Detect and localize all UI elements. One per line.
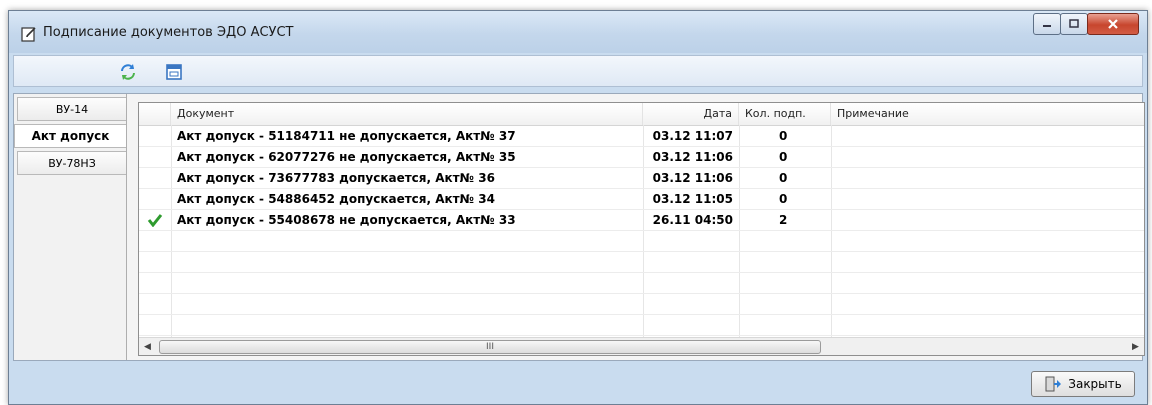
close-button-label: Закрыть <box>1068 377 1122 391</box>
document-cell: Акт допуск - 54886452 допускается, Акт№ … <box>177 192 495 206</box>
signatures-cell: 2 <box>779 213 788 227</box>
tab-label: ВУ-78НЗ <box>48 156 96 170</box>
tab-label: ВУ-14 <box>55 102 89 116</box>
tab-vu-14[interactable]: ВУ-14 <box>17 97 126 121</box>
scroll-left-icon: ◀ <box>144 341 151 352</box>
close-icon <box>1108 19 1118 29</box>
table-row[interactable] <box>139 252 1144 273</box>
table-row[interactable]: Акт допуск - 55408678 не допускается, Ак… <box>139 210 1144 231</box>
tab-akt-dopusk[interactable]: Акт допуск <box>14 124 126 148</box>
note-cell <box>837 189 1137 209</box>
date-cell: 26.11 04:50 <box>652 213 733 227</box>
footer: Закрыть <box>13 365 1143 403</box>
status-cell <box>139 168 171 188</box>
note-cell <box>837 126 1137 146</box>
horizontal-scrollbar[interactable]: ◀ III ▶ <box>139 337 1144 355</box>
window-title: Подписание документов ЭДО АСУСТ <box>43 25 294 40</box>
status-cell <box>139 126 171 146</box>
document-cell: Акт допуск - 51184711 не допускается, Ак… <box>177 129 516 143</box>
signatures-cell: 0 <box>779 171 788 185</box>
date-cell: 03.12 11:07 <box>652 129 733 143</box>
header-status <box>139 103 171 125</box>
document-cell: Акт допуск - 55408678 не допускается, Ак… <box>177 213 516 227</box>
table-header: Документ Дата Кол. подп. Примечание <box>139 103 1144 126</box>
documents-table[interactable]: Документ Дата Кол. подп. Примечание Акт … <box>138 102 1145 356</box>
table-row[interactable] <box>139 231 1144 252</box>
date-cell: 03.12 11:06 <box>652 150 733 164</box>
date-cell: 03.12 11:05 <box>652 192 733 206</box>
exit-door-icon <box>1045 376 1062 392</box>
note-cell <box>837 147 1137 167</box>
signatures-cell: 0 <box>779 129 788 143</box>
header-note[interactable]: Примечание <box>831 103 1144 125</box>
toolbar <box>13 55 1143 87</box>
maximize-button[interactable] <box>1060 13 1088 35</box>
tab-vu-78nz[interactable]: ВУ-78НЗ <box>17 151 126 175</box>
status-cell <box>139 147 171 167</box>
title-bar[interactable]: Подписание документов ЭДО АСУСТ <box>9 11 1147 53</box>
header-signatures[interactable]: Кол. подп. <box>739 103 831 125</box>
app-window: Подписание документов ЭДО АСУСТ ВУ-14 Ак… <box>8 10 1148 405</box>
table-row[interactable] <box>139 273 1144 294</box>
table-row[interactable]: Акт допуск - 54886452 допускается, Акт№ … <box>139 189 1144 210</box>
header-date[interactable]: Дата <box>643 103 739 125</box>
checkmark-icon <box>147 214 163 227</box>
signatures-cell: 0 <box>779 150 788 164</box>
window-controls <box>1033 13 1139 39</box>
table-row[interactable] <box>139 294 1144 315</box>
signatures-cell: 0 <box>779 192 788 206</box>
table-row[interactable]: Акт допуск - 51184711 не допускается, Ак… <box>139 126 1144 147</box>
table-row[interactable]: Акт допуск - 73677783 допускается, Акт№ … <box>139 168 1144 189</box>
minimize-icon <box>1043 25 1051 27</box>
scroll-thumb[interactable]: III <box>159 340 821 354</box>
tab-label: Акт допуск <box>31 129 110 143</box>
table-row[interactable] <box>139 315 1144 336</box>
header-document[interactable]: Документ <box>171 103 643 125</box>
close-window-button[interactable] <box>1087 13 1139 35</box>
calendar-button[interactable] <box>164 62 184 82</box>
document-cell: Акт допуск - 73677783 допускается, Акт№ … <box>177 171 495 185</box>
scroll-grip: III <box>486 342 494 352</box>
content-area: ВУ-14 Акт допуск ВУ-78НЗ Документ Дата К… <box>13 93 1145 361</box>
app-icon <box>21 27 36 42</box>
calendar-icon <box>166 64 182 80</box>
refresh-icon <box>121 64 135 80</box>
date-cell: 03.12 11:06 <box>652 171 733 185</box>
status-cell <box>139 210 171 230</box>
maximize-icon <box>1069 19 1079 28</box>
note-cell <box>837 168 1137 188</box>
close-button[interactable]: Закрыть <box>1031 371 1135 397</box>
scroll-right-button[interactable]: ▶ <box>1127 338 1144 355</box>
minimize-button[interactable] <box>1033 13 1061 35</box>
document-type-tabs: ВУ-14 Акт допуск ВУ-78НЗ <box>14 94 127 360</box>
note-cell <box>837 210 1137 230</box>
status-cell <box>139 189 171 209</box>
refresh-button[interactable] <box>118 62 138 82</box>
scroll-right-icon: ▶ <box>1132 341 1139 352</box>
scroll-left-button[interactable]: ◀ <box>139 338 156 355</box>
table-row[interactable]: Акт допуск - 62077276 не допускается, Ак… <box>139 147 1144 168</box>
document-cell: Акт допуск - 62077276 не допускается, Ак… <box>177 150 516 164</box>
